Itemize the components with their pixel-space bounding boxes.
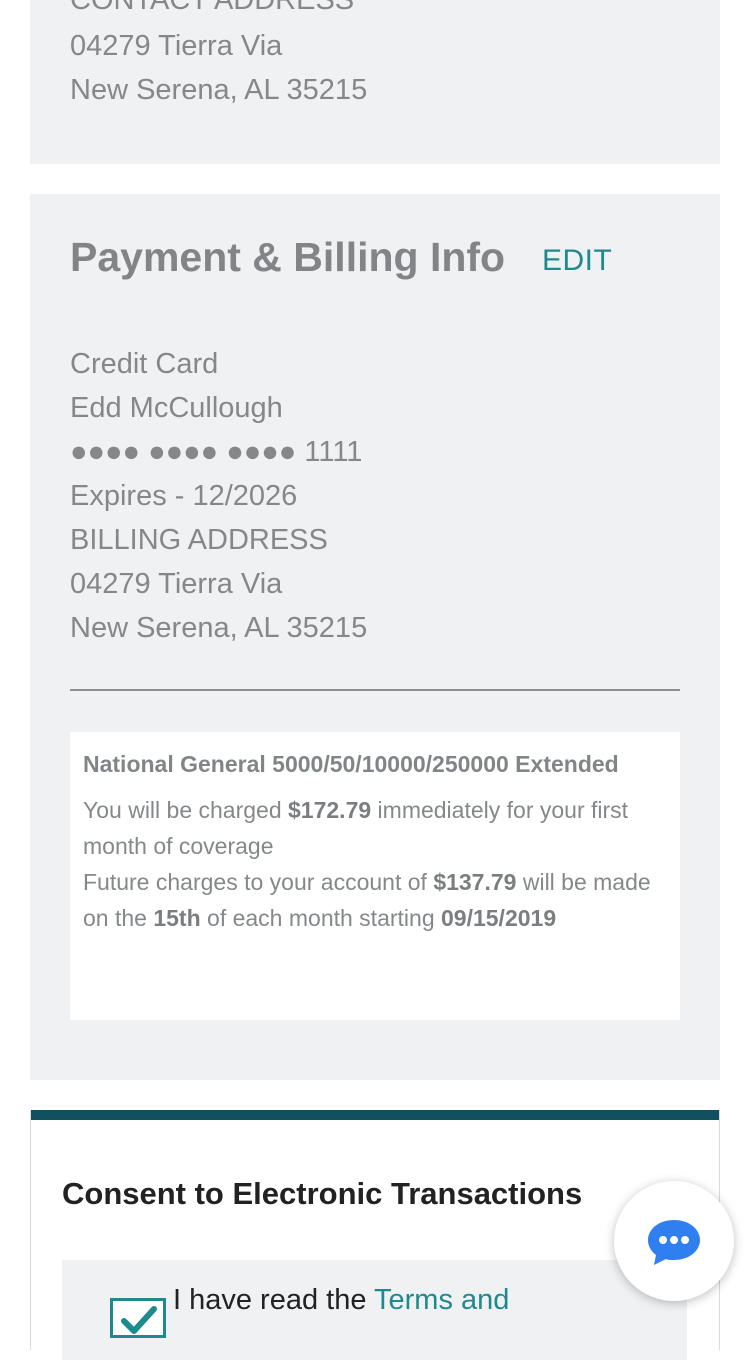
checkmark-icon [121, 1306, 157, 1334]
terms-checkbox[interactable] [110, 1298, 166, 1338]
terms-agreement-box: I have read the Terms and [62, 1260, 687, 1360]
billing-street: 04279 Tierra Via [70, 568, 283, 600]
contact-address-heading: CONTACT ADDRESS [70, 0, 355, 16]
cardholder-name: Edd McCullough [70, 392, 283, 424]
consent-title: Consent to Electronic Transactions [62, 1176, 583, 1211]
chat-button[interactable] [614, 1181, 734, 1301]
contact-city-line: New Serena, AL 35215 [70, 74, 368, 106]
first-charge-amount: $172.79 [288, 797, 372, 823]
payment-method: Credit Card [70, 348, 219, 380]
divider [70, 689, 680, 691]
future-charge-amount: $137.79 [433, 869, 517, 895]
edit-payment-link[interactable]: EDIT [542, 244, 612, 278]
masked-card-number: ●●●● ●●●● ●●●● 1111 [70, 436, 363, 468]
terms-link[interactable]: Terms and [374, 1284, 509, 1316]
first-charge-text: You will be charged $172.79 immediately … [83, 797, 629, 859]
plan-name: National General 5000/50/10000/250000 Ex… [83, 751, 619, 777]
charge-summary-box: National General 5000/50/10000/250000 Ex… [70, 732, 680, 1020]
billing-city-line: New Serena, AL 35215 [70, 612, 368, 644]
card-expiry: Expires - 12/2026 [70, 480, 298, 512]
payment-billing-card: Payment & Billing Info EDIT Credit Card … [30, 194, 720, 1080]
chat-bubble-icon [648, 1220, 700, 1265]
payment-details: Credit Card Edd McCullough ●●●● ●●●● ●●●… [70, 342, 367, 650]
billing-start-date: 09/15/2019 [441, 905, 557, 931]
consent-top-bar [31, 1110, 719, 1120]
payment-billing-title: Payment & Billing Info [70, 234, 506, 280]
terms-statement: I have read the Terms and [173, 1284, 510, 1316]
billing-address-heading: BILLING ADDRESS [70, 524, 328, 556]
contact-address-card: CONTACT ADDRESS 04279 Tierra Via New Ser… [30, 0, 720, 164]
contact-street: 04279 Tierra Via [70, 30, 283, 62]
billing-day: 15th [153, 905, 201, 931]
future-charge-text: Future charges to your account of $137.7… [83, 869, 651, 931]
